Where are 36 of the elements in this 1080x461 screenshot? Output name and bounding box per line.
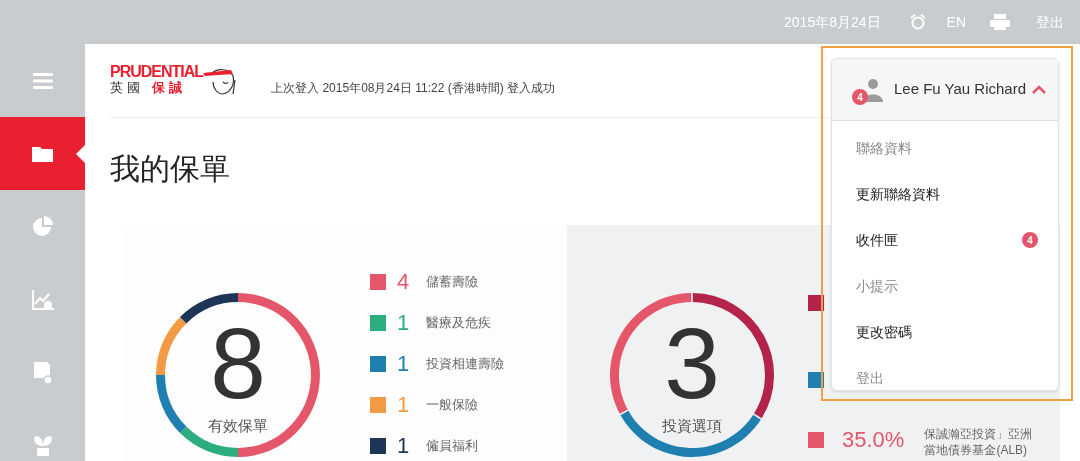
- logo-subtitle: 英國: [110, 79, 144, 96]
- user-name: Lee Fu Yau Richard: [894, 79, 1027, 100]
- menu-item[interactable]: 更改密碼: [832, 309, 1058, 355]
- menu-item[interactable]: 小提示: [832, 263, 1058, 309]
- menu-item[interactable]: 更新聯絡資料: [832, 171, 1058, 217]
- chart-bell-icon: [30, 287, 55, 312]
- count-badge: 4: [1022, 232, 1038, 248]
- fund-name: 保誠瀚亞投資」亞洲當地債券基金(ALB): [924, 427, 1034, 459]
- legend-count: 4: [395, 268, 411, 296]
- legend-label: 投資相連壽險: [426, 354, 504, 373]
- menu-item[interactable]: 聯絡資料: [832, 125, 1058, 171]
- pie-chart-icon: [30, 214, 55, 239]
- center-value: 8: [209, 313, 267, 413]
- legend-count: 1: [395, 350, 411, 378]
- user-menu-toggle[interactable]: 4 Lee Fu Yau Richard: [832, 59, 1058, 121]
- menu-item[interactable]: 登出: [832, 355, 1058, 401]
- legend-count: 1: [395, 309, 411, 337]
- legend-label: 僱員福利: [426, 436, 478, 455]
- legend-label: 醫療及危疾: [426, 313, 491, 332]
- legend-share: 35.0%: [842, 429, 905, 451]
- center-label: 有效保單: [207, 416, 269, 436]
- menu-item[interactable]: 收件匣 4: [832, 217, 1058, 263]
- sidebar-item[interactable]: [0, 117, 85, 190]
- printer-icon[interactable]: [990, 14, 1010, 30]
- notification-badge: 4: [852, 89, 868, 106]
- logo-subtitle: 保誠: [152, 79, 186, 96]
- legend-count: 1: [395, 391, 411, 419]
- alarm-icon[interactable]: [908, 13, 927, 31]
- legend-label: 一般保險: [426, 395, 478, 414]
- center-label: 投資選項: [661, 416, 723, 436]
- logo-wordmark: PRUDENTIAL: [110, 63, 204, 80]
- legend-label: 儲蓄壽險: [426, 272, 478, 291]
- last-login-text: 上次登入 2015年08月24日 11:22 (香港時間) 登入成功: [271, 79, 555, 97]
- center-value: 3: [663, 313, 721, 413]
- page-title: 我的保單: [110, 151, 231, 187]
- legend-count: 1: [395, 432, 411, 460]
